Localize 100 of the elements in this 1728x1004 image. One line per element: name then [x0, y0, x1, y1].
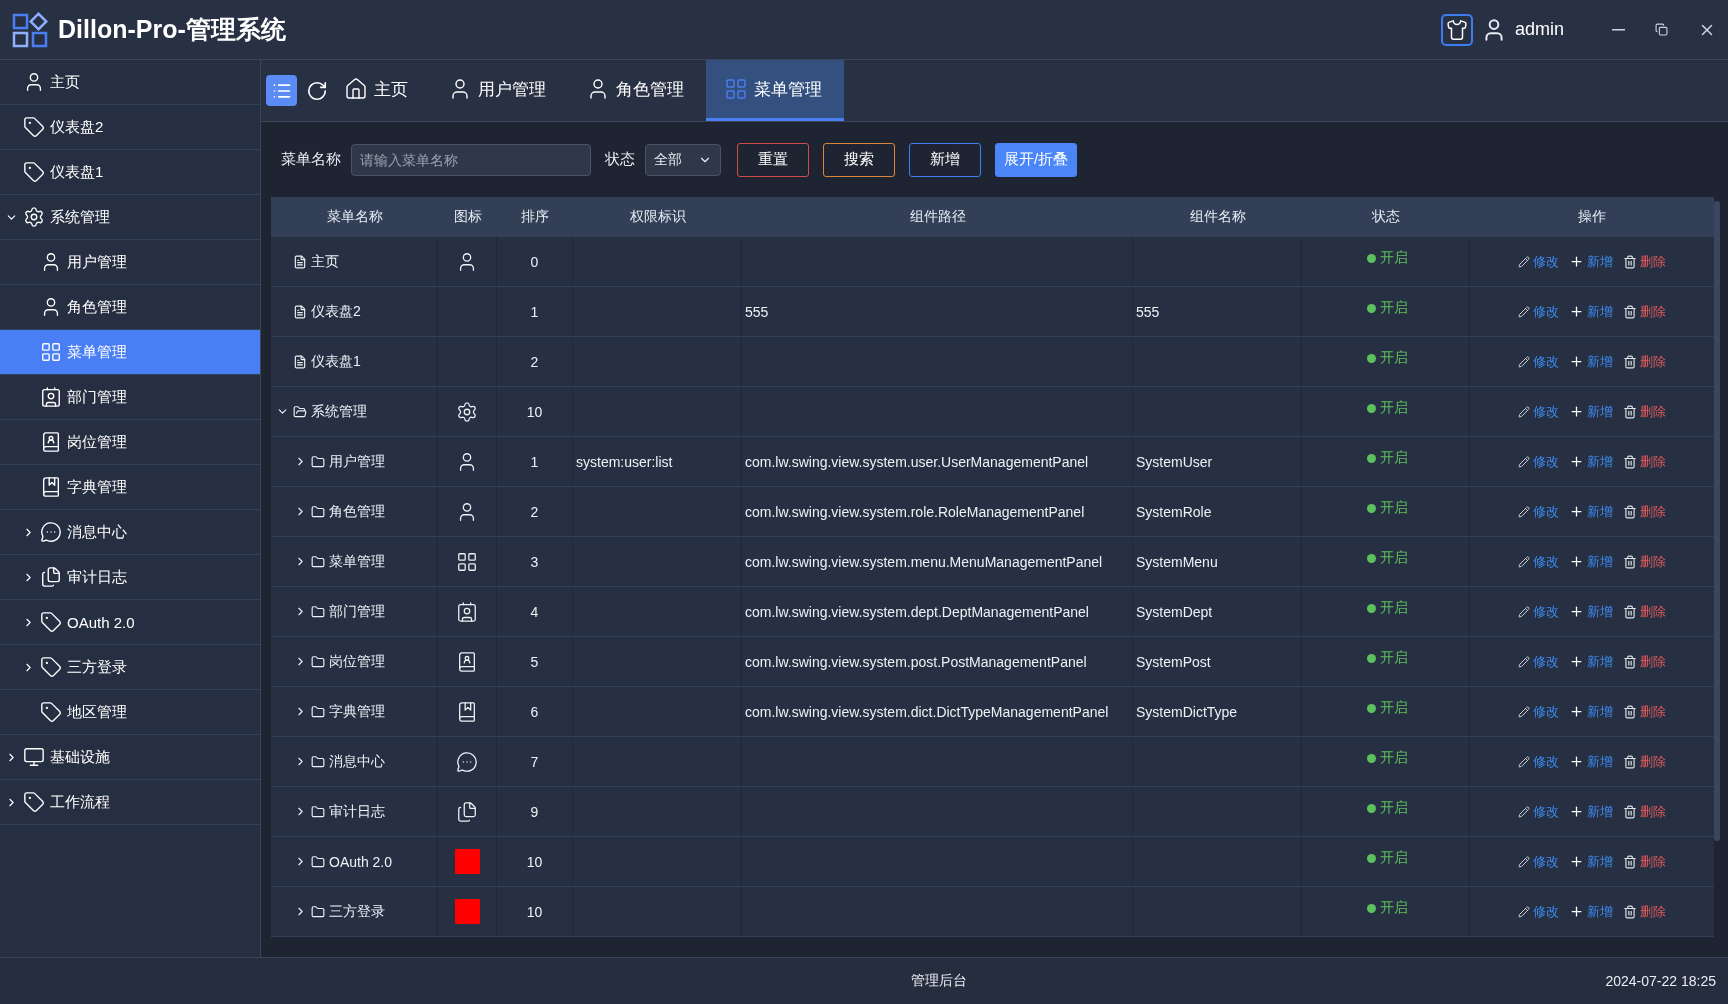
trash-icon: [1623, 904, 1637, 919]
add-link[interactable]: 新增: [1569, 852, 1613, 871]
timestamp: 2024-07-22 18:25: [1605, 973, 1716, 989]
delete-link[interactable]: 删除: [1623, 452, 1666, 471]
contact-book-icon: [40, 431, 62, 453]
restore-button[interactable]: [1655, 23, 1668, 36]
table-cell: 10: [497, 387, 573, 436]
edit-link[interactable]: 修改: [1518, 402, 1559, 421]
reset-button[interactable]: 重置: [737, 142, 809, 177]
delete-link[interactable]: 删除: [1623, 652, 1666, 671]
status-label: 开启: [1366, 799, 1408, 817]
sidebar-item[interactable]: 用户管理: [0, 240, 260, 285]
square-icon: [454, 899, 480, 924]
edit-link[interactable]: 修改: [1518, 602, 1559, 621]
sidebar-item[interactable]: 仪表盘1: [0, 150, 260, 195]
sidebar-item[interactable]: 三方登录: [0, 645, 260, 690]
delete-link[interactable]: 删除: [1623, 302, 1666, 321]
edit-link[interactable]: 修改: [1518, 902, 1559, 921]
document-icon: [293, 304, 307, 319]
edit-link[interactable]: 修改: [1518, 552, 1559, 571]
plus-icon: [1569, 354, 1584, 369]
delete-link[interactable]: 删除: [1623, 852, 1666, 871]
add-link[interactable]: 新增: [1569, 302, 1613, 321]
table-cell: 555: [1133, 287, 1302, 336]
search-button[interactable]: 搜索: [823, 142, 895, 177]
edit-link[interactable]: 修改: [1518, 252, 1559, 271]
folder-icon: [311, 504, 325, 519]
sidebar-item[interactable]: 岗位管理: [0, 420, 260, 465]
menu-name-field[interactable]: 请输入菜单名称: [351, 143, 591, 176]
add-link[interactable]: 新增: [1569, 902, 1613, 921]
plus-icon: [1569, 704, 1584, 719]
delete-link[interactable]: 删除: [1623, 752, 1666, 771]
folder-icon: [293, 404, 307, 419]
trash-icon: [1623, 604, 1637, 619]
sidebar-item[interactable]: 字典管理: [0, 465, 260, 510]
add-link[interactable]: 新增: [1569, 352, 1613, 371]
add-link[interactable]: 新增: [1569, 652, 1613, 671]
edit-link[interactable]: 修改: [1518, 302, 1559, 321]
delete-link[interactable]: 删除: [1623, 602, 1666, 621]
edit-link[interactable]: 修改: [1518, 502, 1559, 521]
edit-link[interactable]: 修改: [1518, 452, 1559, 471]
add-button[interactable]: 新增: [909, 142, 981, 177]
delete-link[interactable]: 删除: [1623, 502, 1666, 521]
app-title: Dillon-Pro-管理系统: [58, 14, 286, 45]
trash-icon: [1623, 654, 1637, 669]
delete-link[interactable]: 删除: [1623, 402, 1666, 421]
edit-link[interactable]: 修改: [1518, 802, 1559, 821]
delete-link[interactable]: 删除: [1623, 552, 1666, 571]
add-link[interactable]: 新增: [1569, 752, 1613, 771]
table-cell: com.lw.swing.view.system.menu.MenuManagementPanel: [742, 537, 1133, 586]
delete-link[interactable]: 删除: [1623, 702, 1666, 721]
add-link[interactable]: 新增: [1569, 802, 1613, 821]
status-label: 开启: [1366, 399, 1408, 417]
add-link[interactable]: 新增: [1569, 552, 1613, 571]
tab[interactable]: 用户管理: [430, 60, 568, 121]
edit-link[interactable]: 修改: [1518, 852, 1559, 871]
tab[interactable]: 角色管理: [568, 60, 706, 121]
sidebar-item[interactable]: 地区管理: [0, 690, 260, 735]
menu-name: 审计日志: [329, 802, 385, 821]
menu-button[interactable]: [266, 75, 297, 106]
edit-link[interactable]: 修改: [1518, 702, 1559, 721]
delete-link[interactable]: 删除: [1623, 352, 1666, 371]
sidebar-item[interactable]: OAuth 2.0: [0, 600, 260, 645]
sidebar-item[interactable]: 系统管理: [0, 195, 260, 240]
sidebar-item[interactable]: 消息中心: [0, 510, 260, 555]
delete-link[interactable]: 删除: [1623, 252, 1666, 271]
add-link[interactable]: 新增: [1569, 252, 1613, 271]
menu-name: 消息中心: [329, 752, 385, 771]
edit-link[interactable]: 修改: [1518, 352, 1559, 371]
toggle-button[interactable]: 展开/折叠: [995, 142, 1078, 177]
status-select[interactable]: 全部: [645, 143, 721, 176]
add-link[interactable]: 新增: [1569, 502, 1613, 521]
tab[interactable]: 主页: [336, 60, 430, 121]
sidebar-item[interactable]: 基础设施: [0, 735, 260, 780]
add-link[interactable]: 新增: [1569, 452, 1613, 471]
table-cell: 0: [497, 237, 573, 286]
sidebar-item[interactable]: 部门管理: [0, 375, 260, 420]
tab[interactable]: 菜单管理: [706, 60, 844, 121]
edit-link[interactable]: 修改: [1518, 652, 1559, 671]
plus-icon: [1569, 304, 1584, 319]
contact-book-icon: [456, 650, 478, 673]
plus-icon: [1569, 804, 1584, 819]
scrollbar[interactable]: [1714, 201, 1720, 841]
sidebar-item[interactable]: 工作流程: [0, 780, 260, 825]
folder-icon: [311, 804, 325, 819]
add-link[interactable]: 新增: [1569, 602, 1613, 621]
sidebar-item[interactable]: 主页: [0, 60, 260, 105]
delete-link[interactable]: 删除: [1623, 902, 1666, 921]
status-label: 开启: [1366, 599, 1408, 617]
table-cell: com.lw.swing.view.system.dict.DictTypeManagementPanel: [742, 687, 1133, 736]
sidebar-item[interactable]: 菜单管理: [0, 330, 260, 375]
status-label: 开启: [1366, 299, 1408, 317]
add-link[interactable]: 新增: [1569, 402, 1613, 421]
sidebar-item[interactable]: 审计日志: [0, 555, 260, 600]
sidebar-item[interactable]: 仪表盘2: [0, 105, 260, 150]
delete-link[interactable]: 删除: [1623, 802, 1666, 821]
edit-link[interactable]: 修改: [1518, 752, 1559, 771]
theme-button[interactable]: [1440, 13, 1473, 46]
add-link[interactable]: 新增: [1569, 702, 1613, 721]
minimize-button[interactable]: [1612, 28, 1625, 31]
